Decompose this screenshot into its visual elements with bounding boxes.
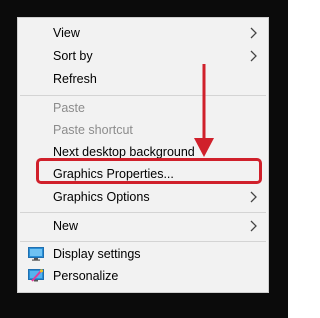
menu-item-graphics-options[interactable]: Graphics Options [18, 186, 268, 208]
menu-item-new[interactable]: New [18, 215, 268, 237]
menu-item-label: View [53, 26, 80, 40]
menu-item-personalize[interactable]: Personalize [18, 265, 268, 287]
monitor-icon [28, 247, 44, 261]
annotation-highlight-box [36, 158, 262, 184]
chevron-right-icon [250, 50, 257, 62]
menu-separator [20, 241, 266, 242]
menu-item-label: New [53, 219, 79, 233]
chevron-right-icon [250, 191, 257, 203]
menu-item-sort-by[interactable]: Sort by [18, 45, 268, 67]
chevron-right-icon [250, 27, 257, 39]
menu-item-label: Personalize [53, 269, 119, 283]
menu-item-label: Display settings [53, 247, 141, 261]
menu-item-paste: Paste [18, 97, 268, 119]
menu-item-paste-shortcut: Paste shortcut [18, 119, 268, 141]
menu-item-label: Refresh [53, 72, 97, 86]
menu-separator [20, 212, 266, 213]
chevron-right-icon [250, 220, 257, 232]
menu-item-label: Paste shortcut [53, 123, 133, 137]
context-menu: View Sort by Refresh Paste Paste shortcu… [17, 17, 269, 293]
menu-item-display-settings[interactable]: Display settings [18, 243, 268, 265]
personalize-icon [28, 269, 44, 282]
menu-item-label: Sort by [53, 49, 93, 63]
menu-item-refresh[interactable]: Refresh [18, 68, 268, 90]
menu-item-view[interactable]: View [18, 22, 268, 44]
menu-item-label: Paste [53, 101, 85, 115]
menu-item-label: Graphics Options [53, 190, 150, 204]
menu-separator [20, 95, 266, 96]
